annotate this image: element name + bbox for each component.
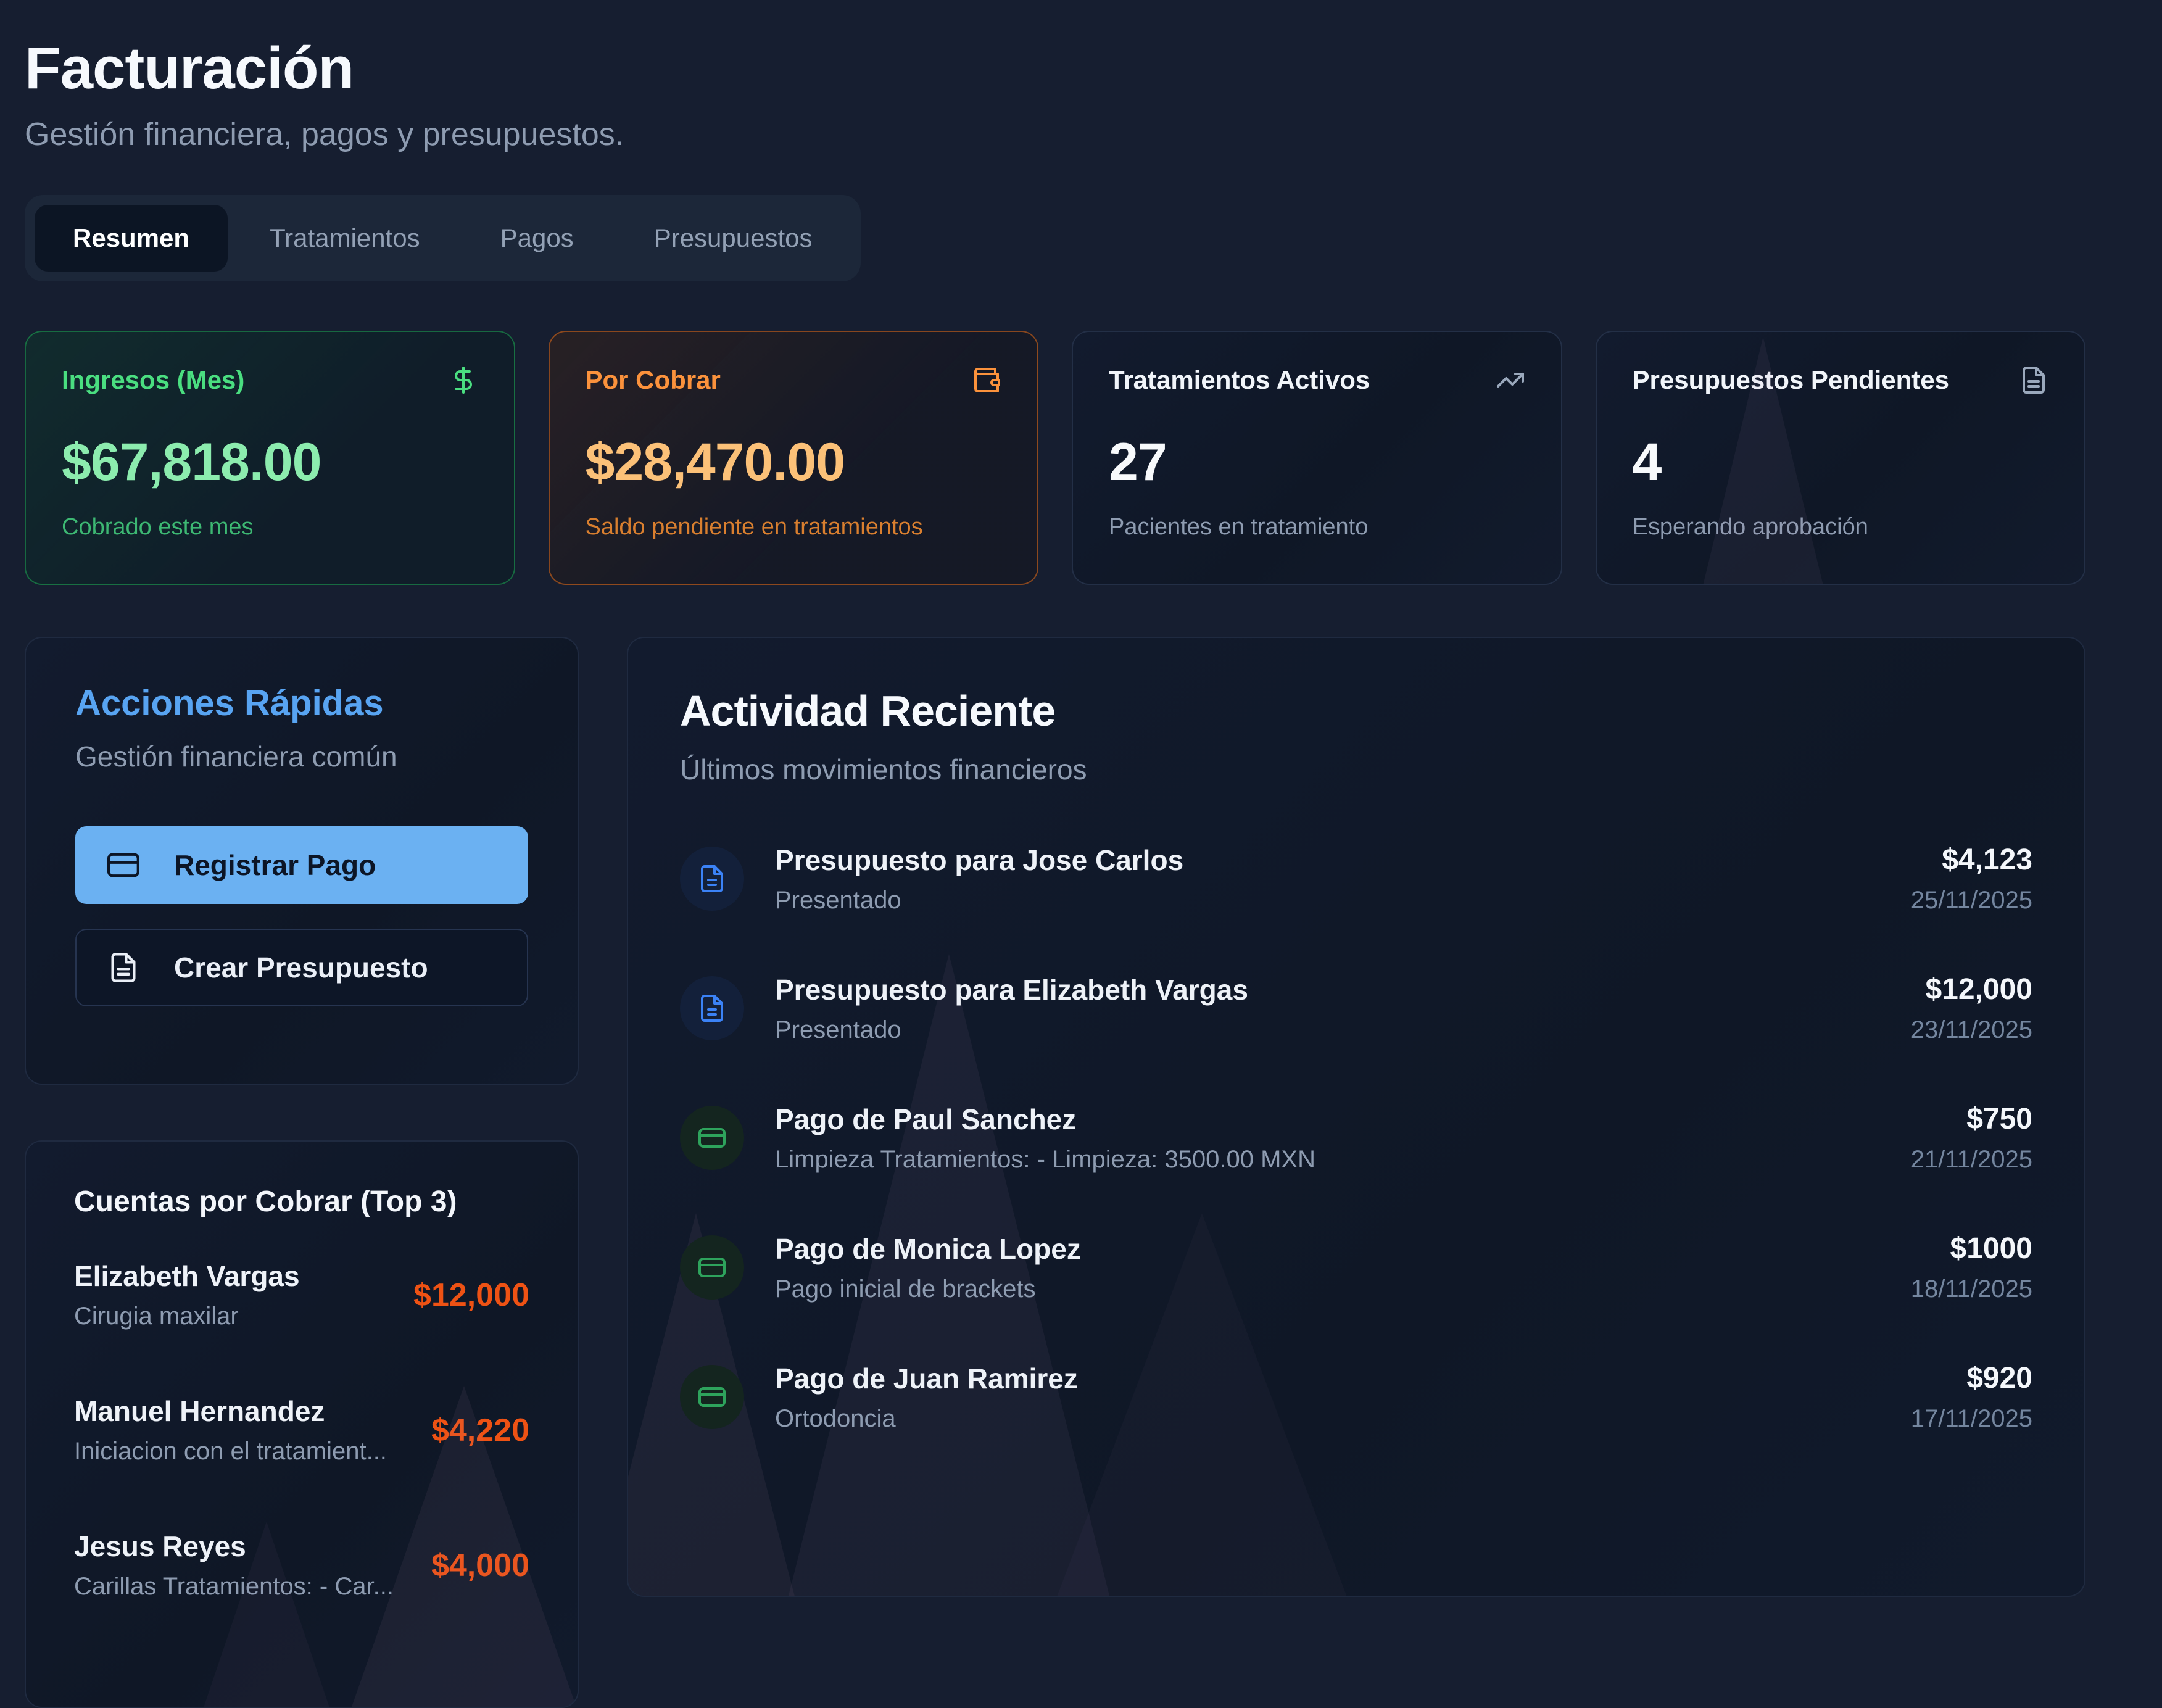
accounts-receivable-list: Elizabeth Vargas Cirugia maxilar $12,000… — [74, 1259, 529, 1601]
activity-date: 18/11/2025 — [1911, 1275, 2032, 1303]
create-budget-button[interactable]: Crear Presupuesto — [75, 929, 528, 1006]
stat-subtext: Cobrado este mes — [62, 514, 478, 541]
activity-amount: $12,000 — [1911, 972, 2032, 1006]
page-subtitle: Gestión financiera, pagos y presupuestos… — [25, 116, 2085, 153]
activity-amount: $750 — [1911, 1102, 2032, 1136]
main-content: Acciones Rápidas Gestión financiera comú… — [25, 637, 2085, 1708]
wallet-icon — [972, 365, 1001, 395]
dollar-sign-icon — [449, 365, 478, 395]
activity-title: Presupuesto para Elizabeth Vargas — [775, 973, 1886, 1006]
file-text-icon — [680, 976, 744, 1040]
file-text-icon — [107, 951, 139, 984]
patient-name: Elizabeth Vargas — [74, 1259, 300, 1293]
activity-date: 17/11/2025 — [1911, 1405, 2032, 1433]
button-label: Crear Presupuesto — [174, 951, 428, 984]
credit-card-icon — [680, 1106, 744, 1170]
activity-date: 23/11/2025 — [1911, 1016, 2032, 1044]
recent-activity-title: Actividad Reciente — [680, 686, 2032, 736]
activity-title: Presupuesto para Jose Carlos — [775, 844, 1886, 877]
activity-title: Pago de Monica Lopez — [775, 1232, 1886, 1266]
activity-row: Pago de Monica Lopez Pago inicial de bra… — [680, 1232, 2032, 1303]
stat-subtext: Esperando aprobación — [1633, 514, 2049, 541]
activity-detail: Limpieza Tratamientos: - Limpieza: 3500.… — [775, 1146, 1886, 1174]
stat-value: $28,470.00 — [586, 432, 1002, 493]
activity-row: Presupuesto para Jose Carlos Presentado … — [680, 843, 2032, 914]
tab-resumen[interactable]: Resumen — [35, 205, 228, 272]
credit-card-icon — [107, 849, 139, 881]
left-column: Acciones Rápidas Gestión financiera comú… — [25, 637, 579, 1708]
trending-up-icon — [1496, 365, 1525, 395]
activity-amount: $4,123 — [1911, 843, 2032, 877]
quick-actions-title: Acciones Rápidas — [75, 682, 528, 724]
recent-activity-card: Actividad Reciente Últimos movimientos f… — [627, 637, 2085, 1597]
activity-row: Pago de Juan Ramirez Ortodoncia $920 17/… — [680, 1361, 2032, 1433]
receivable-row: Manuel Hernandez Iniciacion con el trata… — [74, 1395, 529, 1465]
accounts-receivable-card: Cuentas por Cobrar (Top 3) Elizabeth Var… — [25, 1140, 579, 1708]
activity-detail: Ortodoncia — [775, 1405, 1886, 1433]
credit-card-icon — [680, 1365, 744, 1429]
tab-tratamientos[interactable]: Tratamientos — [231, 205, 458, 272]
receivable-row: Elizabeth Vargas Cirugia maxilar $12,000 — [74, 1259, 529, 1330]
tab-pagos[interactable]: Pagos — [462, 205, 612, 272]
stat-subtext: Pacientes en tratamiento — [1109, 514, 1525, 541]
stat-card-tratamientos-activos: Tratamientos Activos 27 Pacientes en tra… — [1072, 331, 1562, 585]
patient-name: Jesus Reyes — [74, 1530, 394, 1563]
activity-row: Presupuesto para Elizabeth Vargas Presen… — [680, 972, 2032, 1044]
receivable-amount: $4,220 — [431, 1412, 529, 1449]
quick-actions-card: Acciones Rápidas Gestión financiera comú… — [25, 637, 579, 1085]
quick-actions-subtitle: Gestión financiera común — [75, 740, 528, 773]
stat-value: $67,818.00 — [62, 432, 478, 493]
stat-value: 27 — [1109, 432, 1525, 493]
button-label: Registrar Pago — [174, 848, 376, 882]
file-text-icon — [680, 847, 744, 911]
stat-label: Presupuestos Pendientes — [1633, 365, 1950, 395]
stat-card-presupuestos-pendientes: Presupuestos Pendientes 4 Esperando apro… — [1596, 331, 2086, 585]
receivable-amount: $12,000 — [413, 1277, 529, 1314]
activity-list: Presupuesto para Jose Carlos Presentado … — [680, 843, 2032, 1433]
stats-row: Ingresos (Mes) $67,818.00 Cobrado este m… — [25, 331, 2085, 585]
register-payment-button[interactable]: Registrar Pago — [75, 826, 528, 904]
credit-card-icon — [680, 1235, 744, 1300]
stat-label: Ingresos (Mes) — [62, 365, 244, 395]
activity-detail: Presentado — [775, 887, 1886, 914]
treatment-detail: Carillas Tratamientos: - Car... — [74, 1573, 394, 1601]
file-text-icon — [2019, 365, 2048, 395]
accounts-receivable-title: Cuentas por Cobrar (Top 3) — [74, 1185, 529, 1219]
stat-label: Tratamientos Activos — [1109, 365, 1370, 395]
patient-name: Manuel Hernandez — [74, 1395, 387, 1428]
stat-subtext: Saldo pendiente en tratamientos — [586, 514, 1002, 541]
page-title: Facturación — [25, 35, 2085, 102]
activity-row: Pago de Paul Sanchez Limpieza Tratamient… — [680, 1102, 2032, 1174]
activity-amount: $1000 — [1911, 1232, 2032, 1266]
receivable-row: Jesus Reyes Carillas Tratamientos: - Car… — [74, 1530, 529, 1601]
receivable-amount: $4,000 — [431, 1547, 529, 1584]
activity-detail: Pago inicial de brackets — [775, 1275, 1886, 1303]
activity-date: 25/11/2025 — [1911, 887, 2032, 914]
activity-title: Pago de Paul Sanchez — [775, 1103, 1886, 1136]
tab-presupuestos[interactable]: Presupuestos — [616, 205, 851, 272]
activity-detail: Presentado — [775, 1016, 1886, 1044]
stat-label: Por Cobrar — [586, 365, 721, 395]
billing-page: Facturación Gestión financiera, pagos y … — [0, 0, 2162, 1614]
stat-value: 4 — [1633, 432, 2049, 493]
activity-title: Pago de Juan Ramirez — [775, 1362, 1886, 1395]
treatment-detail: Cirugia maxilar — [74, 1303, 300, 1330]
activity-date: 21/11/2025 — [1911, 1146, 2032, 1174]
stat-card-ingresos: Ingresos (Mes) $67,818.00 Cobrado este m… — [25, 331, 515, 585]
stat-card-por-cobrar: Por Cobrar $28,470.00 Saldo pendiente en… — [549, 331, 1039, 585]
activity-amount: $920 — [1911, 1361, 2032, 1395]
recent-activity-subtitle: Últimos movimientos financieros — [680, 753, 2032, 786]
tab-bar: Resumen Tratamientos Pagos Presupuestos — [25, 195, 861, 281]
treatment-detail: Iniciacion con el tratamient... — [74, 1438, 387, 1465]
